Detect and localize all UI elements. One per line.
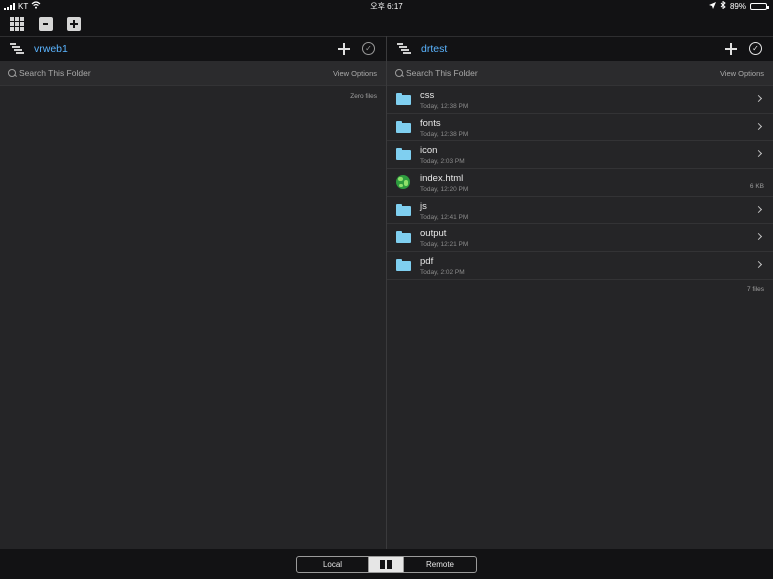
remote-pane-header: drtest ✓ xyxy=(387,36,773,61)
file-date: Today, 2:03 PM xyxy=(420,158,465,166)
view-mode-segmented-control: Local Remote xyxy=(296,556,477,573)
local-segment[interactable]: Local xyxy=(297,557,369,572)
local-folder-name[interactable]: vrweb1 xyxy=(34,43,68,55)
file-date: Today, 12:38 PM xyxy=(420,103,469,110)
local-pane-header: vrweb1 ✓ xyxy=(0,36,386,61)
file-row[interactable]: output Today, 12:21 PM xyxy=(387,224,773,253)
screen: KT 오후 6:17 89% vrweb1 ✓ Search This Fold… xyxy=(0,0,773,579)
file-size: 6 KB xyxy=(749,183,764,191)
search-icon xyxy=(8,69,16,77)
remote-pane: drtest ✓ Search This Folder View Options… xyxy=(387,36,773,549)
folder-tree-icon[interactable] xyxy=(397,43,411,55)
folder-icon xyxy=(396,203,411,216)
status-bar: KT 오후 6:17 89% xyxy=(0,0,773,12)
folder-icon xyxy=(396,259,411,272)
folder-icon xyxy=(396,148,411,161)
location-arrow-icon xyxy=(708,1,716,11)
folder-icon xyxy=(396,231,411,244)
add-icon[interactable] xyxy=(725,43,737,55)
chevron-right-icon xyxy=(754,150,763,158)
chevron-right-icon xyxy=(754,205,763,213)
file-name: index.html xyxy=(420,173,464,185)
folder-icon xyxy=(396,120,411,133)
select-check-icon[interactable]: ✓ xyxy=(749,42,762,55)
file-name: js xyxy=(420,200,427,212)
file-name: css xyxy=(420,90,435,101)
file-date: Today, 12:38 PM xyxy=(420,130,469,138)
chevron-right-icon xyxy=(754,94,763,103)
file-name: icon xyxy=(420,145,438,157)
battery-icon xyxy=(750,2,769,10)
file-date: Today, 2:02 PM xyxy=(420,269,465,277)
new-window-icon[interactable] xyxy=(67,17,81,31)
top-toolbar xyxy=(0,12,773,36)
status-right: 89% xyxy=(708,0,769,11)
status-time: 오후 6:17 xyxy=(370,2,403,11)
remote-file-count: 7 files xyxy=(747,286,764,293)
file-row[interactable]: css Today, 12:38 PM xyxy=(387,86,773,114)
chevron-right-icon xyxy=(754,233,763,241)
folder-icon xyxy=(396,93,411,105)
local-search-row[interactable]: Search This Folder View Options xyxy=(0,61,386,86)
local-pane: vrweb1 ✓ Search This Folder View Options… xyxy=(0,36,386,549)
battery-percent: 89% xyxy=(729,1,746,11)
file-row[interactable]: index.html Today, 12:20 PM 6 KB xyxy=(387,169,773,197)
remote-view-options-button[interactable]: View Options xyxy=(720,69,764,78)
file-row[interactable]: pdf Today, 2:02 PM xyxy=(387,252,773,280)
chevron-right-icon xyxy=(754,122,763,130)
folder-tree-icon[interactable] xyxy=(10,43,24,55)
file-date: Today, 12:20 PM xyxy=(420,186,469,194)
remote-segment[interactable]: Remote xyxy=(404,557,476,572)
file-name: pdf xyxy=(420,256,434,268)
bottom-bar: Local Remote xyxy=(0,549,773,579)
remote-folder-name[interactable]: drtest xyxy=(421,43,447,55)
grid-icon[interactable] xyxy=(10,17,24,31)
file-row[interactable]: fonts Today, 12:38 PM xyxy=(387,114,773,142)
split-view-segment[interactable] xyxy=(369,557,404,572)
remote-search-row[interactable]: Search This Folder View Options xyxy=(387,61,773,86)
remote-file-list: css Today, 12:38 PM fonts Today, 12:38 P… xyxy=(387,86,773,280)
file-name: output xyxy=(420,228,447,240)
file-date: Today, 12:21 PM xyxy=(420,241,469,249)
local-file-count: Zero files xyxy=(350,93,377,100)
bluetooth-icon xyxy=(720,0,726,11)
chevron-right-icon xyxy=(754,261,763,269)
remote-search-input[interactable]: Search This Folder xyxy=(406,68,478,78)
search-icon xyxy=(395,69,403,77)
file-name: fonts xyxy=(420,117,441,129)
file-row[interactable]: icon Today, 2:03 PM xyxy=(387,141,773,170)
file-row[interactable]: js Today, 12:41 PM xyxy=(387,197,773,225)
globe-icon xyxy=(396,175,410,190)
select-check-icon[interactable]: ✓ xyxy=(362,42,375,55)
local-view-options-button[interactable]: View Options xyxy=(333,69,377,78)
minimize-window-icon[interactable] xyxy=(39,17,53,31)
file-date: Today, 12:41 PM xyxy=(420,213,469,221)
add-icon[interactable] xyxy=(338,43,350,55)
local-search-input[interactable]: Search This Folder xyxy=(19,68,91,78)
